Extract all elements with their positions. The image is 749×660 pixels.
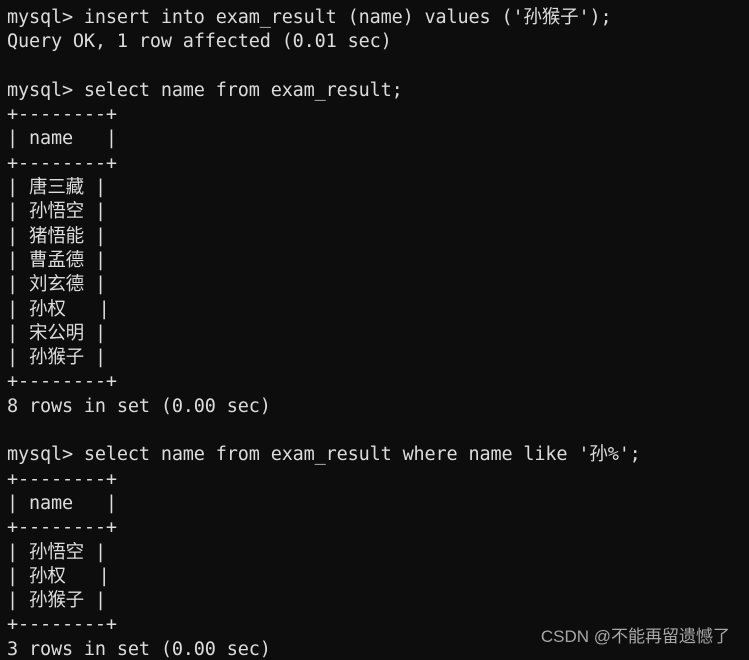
terminal-console-output[interactable]: mysql> insert into exam_result (name) va… [7, 6, 641, 660]
terminal-window[interactable]: mysql> insert into exam_result (name) va… [0, 0, 749, 660]
csdn-watermark: CSDN @不能再留遗憾了 [540, 627, 730, 646]
